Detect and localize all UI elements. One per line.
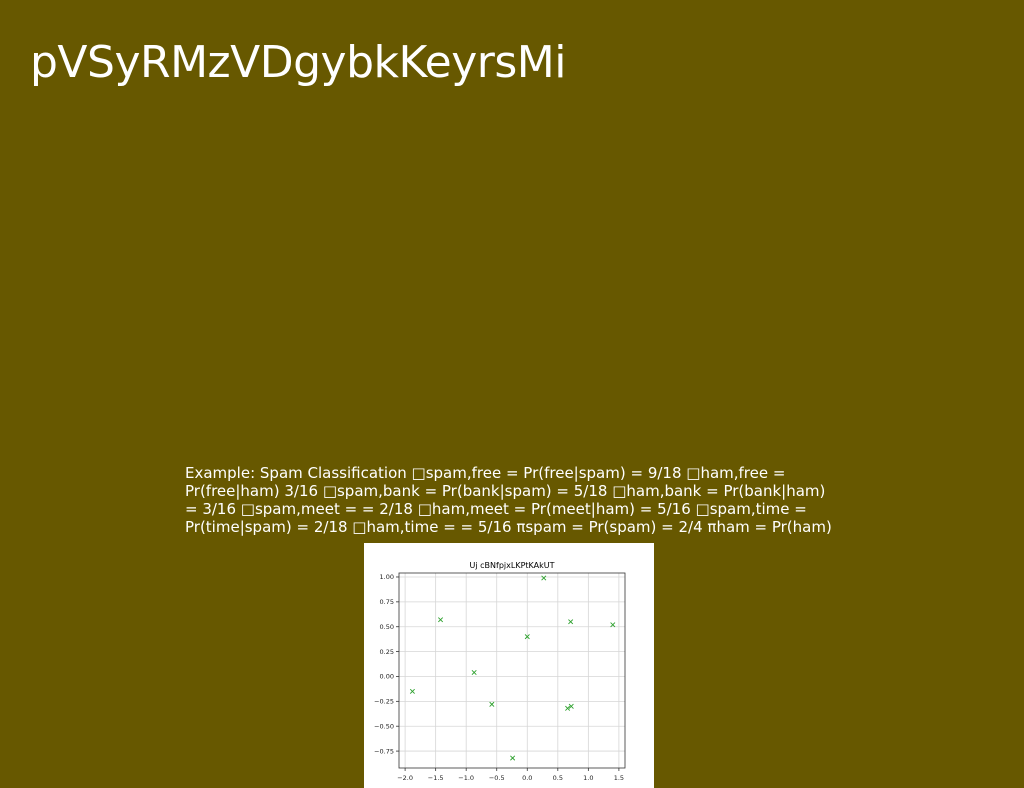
x-tick-label: −1.0	[458, 774, 474, 782]
x-tick-label: −1.5	[428, 774, 444, 782]
y-tick-label: 0.50	[380, 623, 394, 631]
data-point	[489, 701, 495, 707]
chart-grid	[399, 573, 625, 768]
y-tick-label: 0.00	[380, 673, 394, 681]
x-tick-label: 1.0	[583, 774, 593, 782]
data-point	[438, 617, 444, 623]
y-tick-label: −0.25	[374, 698, 394, 706]
scatter-figure: Uj cBNfpjxLKPtKAkUT −2.0 −1.5 −1.0 −0.5 0.0 0…	[364, 543, 654, 788]
data-point	[471, 669, 477, 676]
y-tick-label: 0.75	[380, 598, 394, 606]
chart-ticks: −2.0 −1.5 −1.0 −0.5 0.0 0.5 1.0 1.5 1.00 0.75 0.50…	[374, 573, 624, 782]
x-tick-label: 1.5	[614, 774, 624, 782]
data-point	[541, 575, 547, 581]
slide-title: pVSyRMzVDgybkKeyrsMi	[30, 37, 566, 88]
slide-body-text: Example: Spam Classification □spam,free …	[185, 464, 832, 536]
data-point	[610, 622, 616, 628]
chart-title: Uj cBNfpjxLKPtKAkUT	[470, 561, 555, 570]
y-tick-label: −0.50	[374, 722, 394, 730]
data-point	[409, 688, 415, 694]
chart-marks	[409, 575, 616, 761]
x-tick-label: 0.0	[522, 774, 532, 782]
data-point	[568, 619, 574, 625]
y-tick-label: −0.75	[374, 747, 394, 755]
x-tick-label: −0.5	[489, 774, 505, 782]
y-tick-label: 1.00	[380, 573, 394, 581]
scatter-chart: Uj cBNfpjxLKPtKAkUT −2.0 −1.5 −1.0 −0.5 0.0 0…	[374, 561, 626, 782]
y-tick-label: 0.25	[380, 648, 394, 656]
data-point	[510, 755, 516, 761]
x-tick-label: 0.5	[553, 774, 563, 782]
x-tick-label: −2.0	[397, 774, 413, 782]
